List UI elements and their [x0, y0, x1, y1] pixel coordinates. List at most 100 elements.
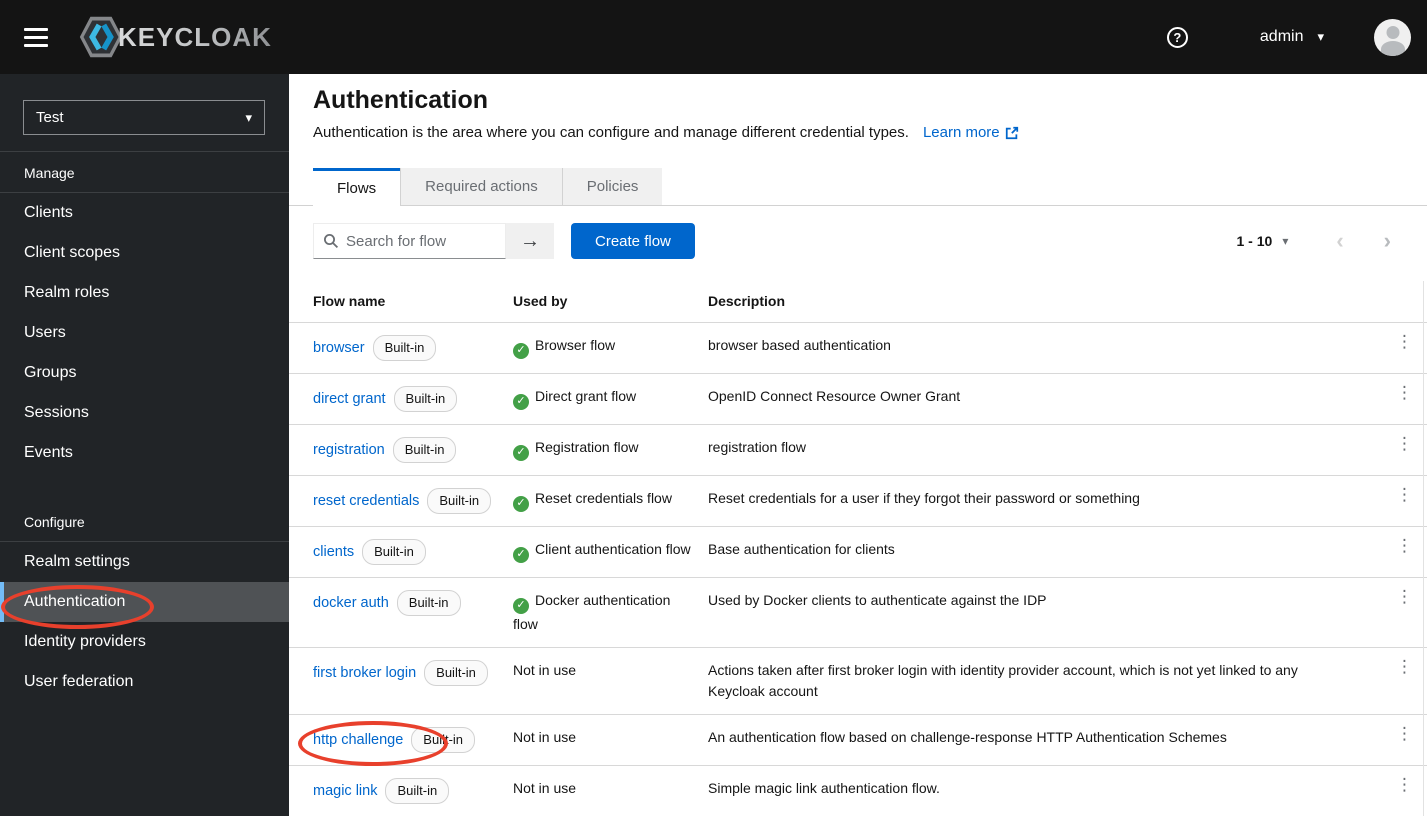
- page-title: Authentication: [313, 86, 488, 114]
- flow-description: Used by Docker clients to authenticate a…: [708, 592, 1047, 608]
- hamburger-menu-icon[interactable]: [24, 27, 48, 47]
- realm-selector-value: Test: [36, 109, 64, 126]
- used-by-cell: Not in use: [513, 648, 708, 694]
- built-in-badge: Built-in: [393, 386, 458, 412]
- search-submit-button[interactable]: →: [506, 223, 554, 259]
- flow-link-browser[interactable]: browser: [313, 340, 365, 356]
- kebab-menu-button[interactable]: ⋮: [1396, 578, 1413, 607]
- flow-link-http-challenge[interactable]: http challenge: [313, 732, 403, 748]
- kebab-menu-button[interactable]: ⋮: [1396, 648, 1413, 677]
- used-by-cell: Not in use: [513, 766, 708, 812]
- flow-description: Base authentication for clients: [708, 541, 895, 557]
- flow-link-direct-grant[interactable]: direct grant: [313, 391, 386, 407]
- check-circle-icon: ✓: [513, 597, 529, 614]
- used-by-cell: ✓ Registration flow: [513, 425, 708, 473]
- column-header-flow-name: Flow name: [313, 293, 386, 309]
- flow-link-docker-auth[interactable]: docker auth: [313, 595, 389, 611]
- flow-row-first-broker-login: first broker login Built-in Not in use Acti…: [289, 648, 1427, 715]
- used-by-cell: ✓ Client authentication flow: [513, 527, 708, 575]
- sidebar-item-realm-settings[interactable]: Realm settings: [0, 542, 289, 582]
- external-link-icon: [1005, 126, 1018, 139]
- used-by-text: Reset credentials flow: [535, 490, 672, 506]
- flow-link-clients[interactable]: clients: [313, 544, 354, 560]
- column-header-actions: [1369, 281, 1413, 301]
- kebab-menu-button[interactable]: ⋮: [1396, 425, 1413, 454]
- sidebar-item-groups[interactable]: Groups: [0, 353, 289, 393]
- flow-link-reset-credentials[interactable]: reset credentials: [313, 493, 419, 509]
- column-header-description: Description: [708, 293, 786, 309]
- tab-flows[interactable]: Flows: [313, 168, 401, 206]
- used-by-text: Not in use: [513, 661, 577, 678]
- sidebar-item-events[interactable]: Events: [0, 433, 289, 473]
- flow-row-direct-grant: direct grant Built-in ✓ Direct grant flow Op…: [289, 374, 1427, 425]
- built-in-badge: Built-in: [424, 659, 488, 686]
- search-icon: [324, 234, 339, 249]
- tab-strip-spacer: [289, 168, 313, 205]
- arrow-right-icon: →: [520, 229, 540, 252]
- nav-section-label: Manage: [0, 152, 289, 193]
- sidebar-item-realm-roles[interactable]: Realm roles: [0, 273, 289, 313]
- flow-row-docker-auth: docker auth Built-in ✓ Docker authenticatio…: [289, 578, 1427, 648]
- sidebar-item-sessions[interactable]: Sessions: [0, 393, 289, 433]
- flow-name-cell: direct grant Built-in: [313, 374, 513, 424]
- user-menu[interactable]: admin ▾: [1260, 28, 1324, 46]
- flow-row-magic-link: magic link Built-in Not in use Simple magic…: [289, 766, 1427, 816]
- tab-strip: Flows Required actions Policies: [289, 168, 1427, 206]
- search-input[interactable]: [346, 232, 496, 250]
- pagination-prev-button[interactable]: ‹: [1336, 230, 1343, 252]
- flow-link-registration[interactable]: registration: [313, 442, 385, 458]
- avatar[interactable]: [1374, 18, 1411, 56]
- username: admin: [1259, 28, 1304, 45]
- pagination: 1 - 10 ▾ ‹ ›: [1237, 230, 1404, 252]
- flow-name-cell: docker auth Built-in: [313, 578, 513, 628]
- page-subtitle: Authentication is the area where you can…: [313, 124, 1403, 141]
- check-circle-icon: ✓: [513, 342, 529, 359]
- pagination-next-button[interactable]: ›: [1384, 230, 1391, 252]
- create-flow-button[interactable]: Create flow: [571, 223, 695, 259]
- kebab-menu-button[interactable]: ⋮: [1396, 476, 1413, 505]
- flows-table: Flow name Used by Description browser Built…: [289, 281, 1427, 816]
- sidebar-item-users[interactable]: Users: [0, 313, 289, 353]
- tab-policies[interactable]: Policies: [562, 168, 663, 205]
- built-in-badge: Built-in: [396, 590, 461, 616]
- flow-name-cell: clients Built-in: [313, 527, 513, 577]
- kebab-menu-button[interactable]: ⋮: [1396, 715, 1413, 744]
- realm-selector[interactable]: Test ▾: [23, 100, 265, 135]
- flow-name-cell: reset credentials Built-in: [313, 476, 513, 526]
- sidebar-item-user-federation[interactable]: User federation: [0, 662, 289, 702]
- nav-section-configure: Configure Realm settings Authentication Ide…: [0, 501, 289, 702]
- sidebar-item-clients[interactable]: Clients: [0, 193, 289, 233]
- sidebar-nav: Manage Clients Client scopes Realm roles Use…: [0, 152, 289, 702]
- check-circle-icon: ✓: [513, 546, 529, 563]
- flow-link-first-broker-login[interactable]: first broker login: [313, 665, 416, 681]
- page-header: Authentication Authentication is the are…: [289, 74, 1427, 141]
- flow-row-reset-credentials: reset credentials Built-in ✓ Reset credenti…: [289, 476, 1427, 527]
- learn-more-link[interactable]: Learn more: [923, 124, 1019, 141]
- toolbar: → Create flow 1 - 10 ▾ ‹ ›: [289, 206, 1427, 259]
- kebab-menu-button[interactable]: ⋮: [1396, 323, 1413, 352]
- kebab-menu-button[interactable]: ⋮: [1396, 527, 1413, 556]
- search-input-wrap: [313, 223, 506, 259]
- kebab-menu-button[interactable]: ⋮: [1396, 766, 1413, 795]
- sidebar-item-authentication[interactable]: Authentication: [0, 582, 289, 622]
- used-by-text: Registration flow: [535, 439, 639, 455]
- flow-name-cell: browser Built-in: [313, 323, 513, 373]
- column-header-used-by: Used by: [513, 293, 568, 309]
- keycloak-logo: KEYCLOAK: [78, 14, 272, 60]
- sidebar-item-client-scopes[interactable]: Client scopes: [0, 233, 289, 273]
- help-icon[interactable]: ?: [1166, 26, 1188, 48]
- chevron-down-icon: ▾: [1317, 29, 1324, 44]
- sidebar: Test ▾ Manage Clients Client scopes Realm r…: [0, 74, 289, 816]
- nav-section-label: Configure: [0, 501, 289, 542]
- tab-required-actions[interactable]: Required actions: [400, 168, 563, 205]
- built-in-badge: Built-in: [427, 488, 492, 514]
- flow-row-registration: registration Built-in ✓ Registration flow re…: [289, 425, 1427, 476]
- flow-link-magic-link[interactable]: magic link: [313, 783, 377, 799]
- flow-description: Reset credentials for a user if they for…: [708, 490, 1140, 506]
- check-circle-icon: ✓: [513, 495, 529, 512]
- sidebar-item-identity-providers[interactable]: Identity providers: [0, 622, 289, 662]
- pagination-options-toggle[interactable]: ▾: [1282, 234, 1288, 248]
- built-in-badge: Built-in: [372, 335, 437, 361]
- kebab-menu-button[interactable]: ⋮: [1396, 374, 1413, 403]
- used-by-text: Not in use: [513, 728, 577, 745]
